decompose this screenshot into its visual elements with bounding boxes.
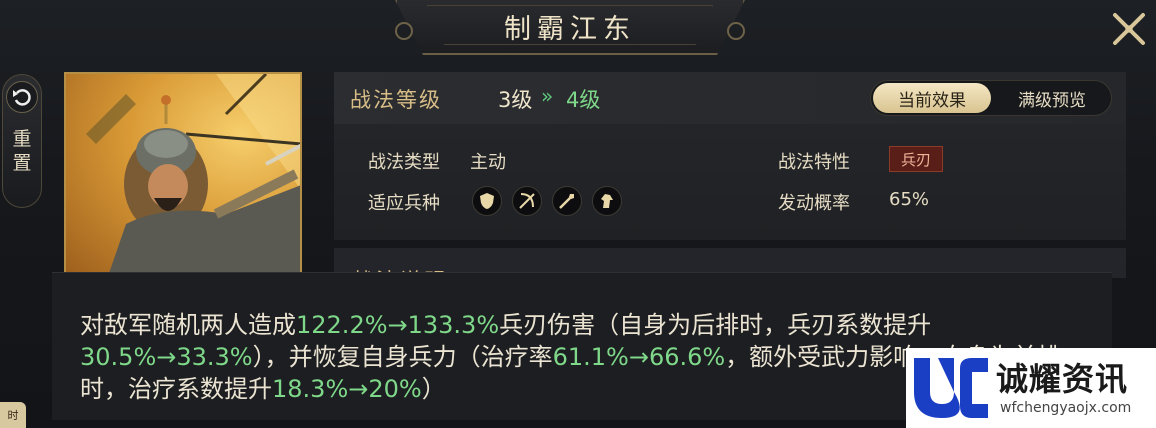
skill-trait-label: 战法特性 — [778, 152, 850, 173]
trigger-chance-label: 发动概率 — [778, 193, 850, 214]
trigger-chance-value: 65% — [889, 189, 930, 210]
banner-ornament-left — [395, 22, 413, 40]
watermark-logo-icon — [914, 358, 988, 418]
effect-toggle: 当前效果 满级预览 — [870, 80, 1112, 116]
desc-text-5: ） — [421, 375, 446, 403]
tab-current-effect[interactable]: 当前效果 — [873, 83, 991, 113]
troop-type-label: 适应兵种 — [368, 193, 440, 214]
banner-ornament-right — [727, 22, 745, 40]
horse-icon — [592, 186, 622, 216]
title-banner: 制霸江东 — [395, 0, 745, 55]
watermark: 诚耀资讯 wfchengyaojx.com — [906, 348, 1156, 428]
skill-type-label: 战法类型 — [368, 152, 440, 173]
desc-value-damage: 122.2%→133.3% — [296, 311, 500, 339]
shield-icon — [472, 186, 502, 216]
window-title: 制霸江东 — [504, 14, 636, 45]
level-label: 战法等级 — [350, 88, 442, 112]
tab-max-level-preview[interactable]: 满级预览 — [993, 83, 1111, 113]
bow-icon — [512, 186, 542, 216]
desc-value-heal-rate: 61.1%→66.6% — [552, 343, 726, 371]
desc-text-2: 兵刃伤害（自身为后排时，兵刃系数提升 — [499, 311, 932, 339]
close-button[interactable] — [1108, 8, 1150, 50]
level-current: 3级 — [498, 88, 533, 112]
desc-value-heal-boost: 18.3%→20% — [272, 375, 422, 403]
reset-label: 重置 — [12, 128, 32, 174]
reset-button[interactable]: 重置 — [2, 74, 42, 208]
desc-text-1: 对敌军随机两人造成 — [80, 311, 296, 339]
watermark-title: 诚耀资讯 — [996, 360, 1129, 398]
level-upgrade-arrow: » — [541, 84, 553, 108]
skill-info-panel: 战法等级 3级 » 4级 当前效果 满级预览 战法类型 主动 战法特性 兵刃 适… — [334, 72, 1126, 240]
close-icon — [1113, 13, 1145, 45]
undo-icon — [6, 81, 38, 113]
skill-type-value: 主动 — [470, 152, 506, 173]
corner-tab[interactable]: 时 — [0, 402, 26, 428]
skill-trait-badge: 兵刃 — [889, 146, 943, 172]
spear-icon — [552, 186, 582, 216]
watermark-url: wfchengyaojx.com — [1000, 400, 1132, 416]
level-next: 4级 — [566, 88, 601, 112]
level-bar: 战法等级 3级 » 4级 当前效果 满级预览 — [334, 72, 1126, 124]
general-portrait — [64, 72, 302, 280]
desc-value-damage-boost: 30.5%→33.3% — [80, 343, 253, 371]
desc-text-3: ），并恢复自身兵力（治疗率 — [252, 343, 553, 371]
